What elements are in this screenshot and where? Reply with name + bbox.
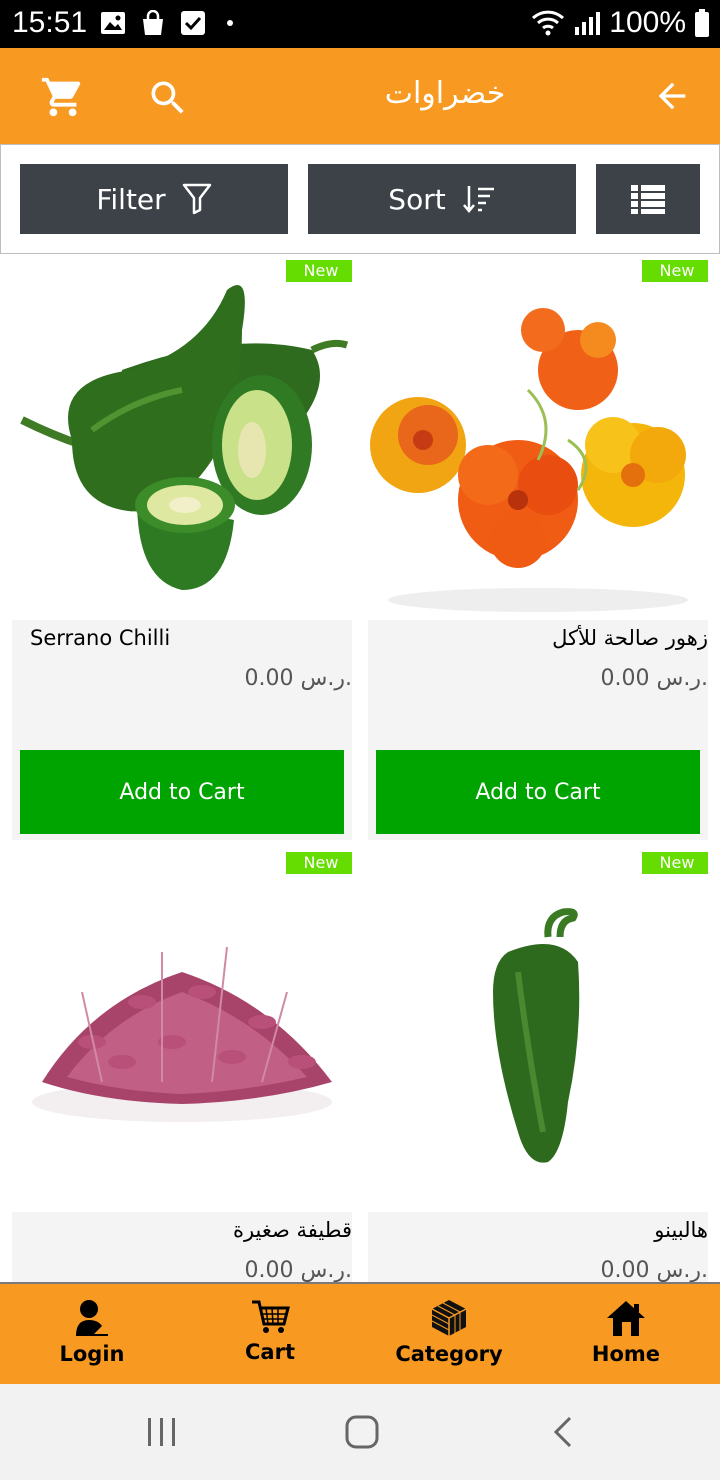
sort-icon <box>462 186 494 213</box>
user-icon <box>76 1300 108 1336</box>
filter-icon <box>182 183 211 215</box>
sort-label: Sort <box>388 182 446 216</box>
nav-login-label: Login <box>59 1342 125 1366</box>
product-price: 0.00 ر.س. <box>244 1258 352 1282</box>
nav-home-label: Home <box>591 1342 661 1366</box>
product-card[interactable]: New هالبينو 0.00 ر.س. <box>368 852 708 1282</box>
home-circle-icon <box>345 1415 379 1449</box>
filter-button[interactable]: Filter <box>20 164 288 234</box>
cart-icon <box>41 77 81 117</box>
search-icon <box>151 81 184 114</box>
product-name[interactable]: Serrano Chilli <box>30 626 170 650</box>
product-name[interactable]: قطيفة صغيرة <box>233 1218 352 1242</box>
product-card[interactable]: New Serrano Chilli 0.00 ر.س. Add to Cart <box>12 260 352 840</box>
cube-icon <box>431 1300 467 1336</box>
list-view-button[interactable] <box>596 164 700 234</box>
product-image-jalapeno[interactable]: New <box>368 852 708 1212</box>
dot-icon <box>227 20 233 26</box>
nav-category[interactable]: Category <box>379 1298 519 1366</box>
nav-cart-label: Cart <box>245 1340 295 1364</box>
add-to-cart-button[interactable]: Add to Cart <box>376 750 700 834</box>
nav-category-label: Category <box>395 1342 503 1366</box>
product-image-micro-amaranth[interactable]: New <box>12 852 352 1212</box>
nav-home[interactable]: Home <box>556 1298 696 1366</box>
system-navigation-bar <box>0 1384 720 1480</box>
new-badge: New <box>286 260 352 282</box>
product-grid: New Serrano Chilli 0.00 ر.س. Add to Cart <box>0 254 720 1282</box>
back-system-button[interactable] <box>544 1412 584 1452</box>
filter-label: Filter <box>96 182 166 216</box>
home-system-button[interactable] <box>342 1412 382 1452</box>
new-badge: New <box>642 852 708 874</box>
battery-icon <box>695 9 709 37</box>
app-bar: خضراوات <box>0 48 720 144</box>
filter-sort-toolbar: Filter Sort <box>0 144 720 254</box>
list-view-icon <box>631 185 665 214</box>
back-arrow-icon <box>658 82 686 110</box>
image-icon <box>101 12 125 34</box>
product-image-serrano[interactable]: New <box>12 260 352 620</box>
checkbox-icon <box>181 11 205 35</box>
battery-percent: 100% <box>609 6 686 39</box>
nav-login[interactable]: Login <box>22 1298 162 1366</box>
back-button[interactable] <box>652 76 692 116</box>
product-price: 0.00 ر.س. <box>600 666 708 691</box>
product-card[interactable]: New زهور صالحة للأكل 0.00 ر.س. Add to Ca… <box>368 260 708 840</box>
recent-apps-button[interactable] <box>142 1412 182 1452</box>
product-price: 0.00 ر.س. <box>244 666 352 691</box>
cart-button[interactable] <box>40 74 86 120</box>
new-badge: New <box>286 852 352 874</box>
status-time: 15:51 <box>12 6 88 39</box>
page-title: خضراوات <box>384 76 506 111</box>
product-price: 0.00 ر.س. <box>600 1258 708 1282</box>
wifi-icon <box>532 10 565 36</box>
shopping-bag-icon <box>143 10 163 35</box>
new-badge: New <box>642 260 708 282</box>
home-icon <box>607 1301 645 1336</box>
back-chevron-icon <box>553 1416 572 1448</box>
product-name[interactable]: هالبينو <box>654 1218 708 1242</box>
bottom-navigation: Login Cart Category Home <box>0 1282 720 1384</box>
cart-icon <box>252 1300 290 1333</box>
add-to-cart-button[interactable]: Add to Cart <box>20 750 344 834</box>
sort-button[interactable]: Sort <box>308 164 576 234</box>
product-name[interactable]: زهور صالحة للأكل <box>552 626 708 650</box>
recent-apps-icon <box>148 1418 175 1446</box>
product-image-edible-flowers[interactable]: New <box>368 260 708 620</box>
nav-cart[interactable]: Cart <box>200 1298 340 1364</box>
product-card[interactable]: New قطيفة صغيرة 0.00 ر.س. <box>12 852 352 1282</box>
status-bar: 15:51 100% <box>0 0 720 48</box>
signal-icon <box>575 12 601 35</box>
search-button[interactable] <box>146 76 190 120</box>
